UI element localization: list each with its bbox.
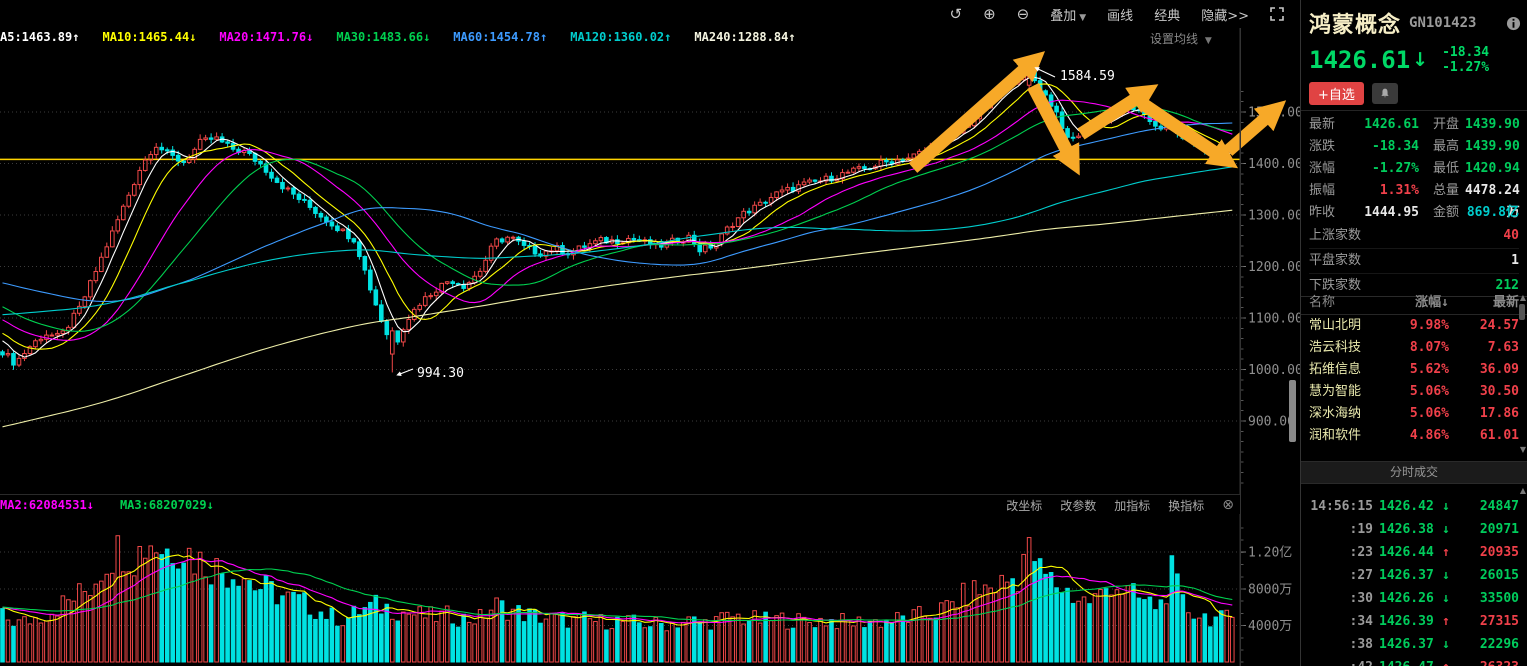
unchanged-row: 平盘家数 1 xyxy=(1309,248,1519,273)
ma30-line xyxy=(2,106,1233,332)
col-change-sort[interactable]: 涨幅↓ xyxy=(1385,292,1449,314)
stat-row: 振幅 1.31% 总量 4478.24万 xyxy=(1309,183,1520,220)
constituent-table: 名称 涨幅↓ 最新 常山北明 9.98% 24.57 浩云科技 8.07% 7.63 拓… xyxy=(1301,292,1527,447)
chevron-down-icon: ▼ xyxy=(1079,12,1087,23)
table-row[interactable]: 拓维信息 5.62% 36.09 xyxy=(1301,359,1527,381)
tick-row[interactable]: :30 1426.26 ↓ 33500 xyxy=(1301,587,1527,610)
change-params-button[interactable]: 改参数 xyxy=(1060,497,1096,514)
tick-row[interactable]: :23 1426.44 ↑ 20935 xyxy=(1301,541,1527,564)
volume-chart[interactable]: 1.20亿 8000万 4000万 xyxy=(0,514,1300,666)
stat-row: 涨幅 -1.27% 最低 1420.94 xyxy=(1309,161,1520,176)
tick-trades-list: 14:56:15 1426.42 ↓ 24847 :19 1426.38 ↓ 20971 :… xyxy=(1301,484,1527,666)
table-scroll-down-icon[interactable]: ▼ xyxy=(1520,446,1526,454)
svg-text:1584.59: 1584.59 xyxy=(1060,69,1115,84)
info-icon[interactable] xyxy=(1506,16,1521,31)
tick-row[interactable]: 14:56:15 1426.42 ↓ 24847 xyxy=(1301,495,1527,518)
stat-row: 最新 1426.61 开盘 1439.90 xyxy=(1309,117,1520,132)
chevron-down-icon: ▼ xyxy=(1204,36,1212,46)
svg-text:1300.00: 1300.00 xyxy=(1248,209,1300,224)
drawn-trend-arrow xyxy=(1223,100,1287,156)
tick-row[interactable]: :38 1426.37 ↓ 22296 xyxy=(1301,633,1527,656)
svg-text:1400.00: 1400.00 xyxy=(1248,157,1300,172)
vol-ma2-legend: MA2:62084531↓ xyxy=(0,498,94,512)
change-axis-button[interactable]: 改坐标 xyxy=(1006,497,1042,514)
axis-scrollbar-thumb[interactable] xyxy=(1289,380,1296,442)
stat-row: 昨收 1444.95 金额 869.8亿 xyxy=(1309,205,1519,220)
instrument-title: 鸿蒙概念 xyxy=(1309,13,1402,38)
vol-ma3-legend: MA3:68207029↓ xyxy=(119,498,214,512)
svg-text:1200.00: 1200.00 xyxy=(1248,260,1300,275)
table-scrollbar-thumb[interactable] xyxy=(1519,304,1525,320)
svg-text:4000万: 4000万 xyxy=(1248,619,1292,634)
zoom-in-icon[interactable]: ⊕ xyxy=(983,6,996,22)
undo-icon[interactable]: ↺ xyxy=(950,6,963,22)
svg-text:994.30: 994.30 xyxy=(417,366,464,381)
price-change: -18.34 -1.27% xyxy=(1442,45,1490,75)
table-scroll-up-icon[interactable]: ▲ xyxy=(1520,294,1526,302)
add-watchlist-button[interactable]: +自选 xyxy=(1309,81,1364,105)
fullscreen-icon[interactable] xyxy=(1270,7,1284,21)
advancers-row: 上涨家数 40 xyxy=(1309,228,1519,243)
volume-bars-layer xyxy=(0,535,1235,663)
stat-row: 涨跌 -18.34 最高 1439.90 xyxy=(1309,139,1520,154)
quote-panel: 鸿蒙概念 GN101423 1426.61 ↓ -18.34 -1.27% +自选… xyxy=(1300,0,1527,666)
hide-button[interactable]: 隐藏>> xyxy=(1201,5,1249,24)
alert-bell-button[interactable] xyxy=(1371,82,1398,104)
drawn-trend-arrow xyxy=(908,51,1046,173)
col-last[interactable]: 最新 xyxy=(1449,292,1519,314)
main-candlestick-chart[interactable]: 1500.001400.001300.001200.001100.001000.… xyxy=(0,28,1300,494)
ma20-line xyxy=(2,99,1233,341)
tick-row[interactable]: :27 1426.37 ↓ 26015 xyxy=(1301,564,1527,587)
table-header: 名称 涨幅↓ 最新 xyxy=(1301,292,1527,315)
table-row[interactable]: 浩云科技 8.07% 7.63 xyxy=(1301,337,1527,359)
close-indicator-icon[interactable]: ⊗ xyxy=(1222,497,1234,513)
instrument-code: GN101423 xyxy=(1409,15,1477,31)
zoom-out-icon[interactable]: ⊖ xyxy=(1017,6,1030,22)
price-down-arrow-icon: ↓ xyxy=(1412,49,1429,71)
add-indicator-button[interactable]: 加指标 xyxy=(1114,497,1150,514)
col-name[interactable]: 名称 xyxy=(1309,292,1385,314)
ma60-line xyxy=(2,122,1233,302)
table-row[interactable]: 润和软件 4.86% 61.01 xyxy=(1301,425,1527,447)
indicator-header: MA2:62084531↓ MA3:68207029↓ 改坐标 改参数 加指标 … xyxy=(0,494,1240,515)
svg-text:8000万: 8000万 xyxy=(1248,582,1292,597)
stock-app-window: ↺ ⊕ ⊖ 叠加 ▼ 画线 经典 隐藏>> A5:1463.89↑ MA10:14… xyxy=(0,0,1527,666)
price-gridlines: 1500.001400.001300.001200.001100.001000.… xyxy=(0,90,1300,484)
svg-text:1000.00: 1000.00 xyxy=(1248,363,1300,378)
tick-row[interactable]: :421426.47↑26323 xyxy=(1301,656,1527,666)
last-price: 1426.61 xyxy=(1309,46,1411,74)
svg-text:1100.00: 1100.00 xyxy=(1248,312,1300,327)
switch-indicator-button[interactable]: 换指标 xyxy=(1168,497,1204,514)
overlay-menu[interactable]: 叠加 ▼ xyxy=(1050,5,1086,24)
classic-mode-button[interactable]: 经典 xyxy=(1154,5,1180,24)
table-row[interactable]: 常山北明 9.98% 24.57 xyxy=(1301,315,1527,337)
axis-divider xyxy=(1240,28,1241,666)
tick-row[interactable]: :19 1426.38 ↓ 20971 xyxy=(1301,518,1527,541)
chart-toolbar: ↺ ⊕ ⊖ 叠加 ▼ 画线 经典 隐藏>> xyxy=(0,0,1300,28)
svg-text:900.00: 900.00 xyxy=(1248,415,1295,430)
svg-text:1.20亿: 1.20亿 xyxy=(1248,546,1292,561)
quote-stats: 最新 1426.61 开盘 1439.90 涨跌 -18.34 最高 1439.90 涨… xyxy=(1309,114,1520,224)
tick-row[interactable]: :34 1426.39 ↑ 27315 xyxy=(1301,610,1527,633)
table-row[interactable]: 慧为智能 5.06% 30.50 xyxy=(1301,381,1527,403)
tick-trades-header: 分时成交 xyxy=(1301,461,1527,484)
draw-line-button[interactable]: 画线 xyxy=(1107,5,1133,24)
set-ma-dropdown[interactable]: 设置均线 ▼ xyxy=(1150,30,1212,47)
ma-lines-layer xyxy=(2,76,1233,428)
advance-decline-counts: 上涨家数 40 平盘家数 1 下跌家数 212 xyxy=(1309,224,1519,298)
table-row[interactable]: 深水海纳 5.06% 17.86 xyxy=(1301,403,1527,425)
